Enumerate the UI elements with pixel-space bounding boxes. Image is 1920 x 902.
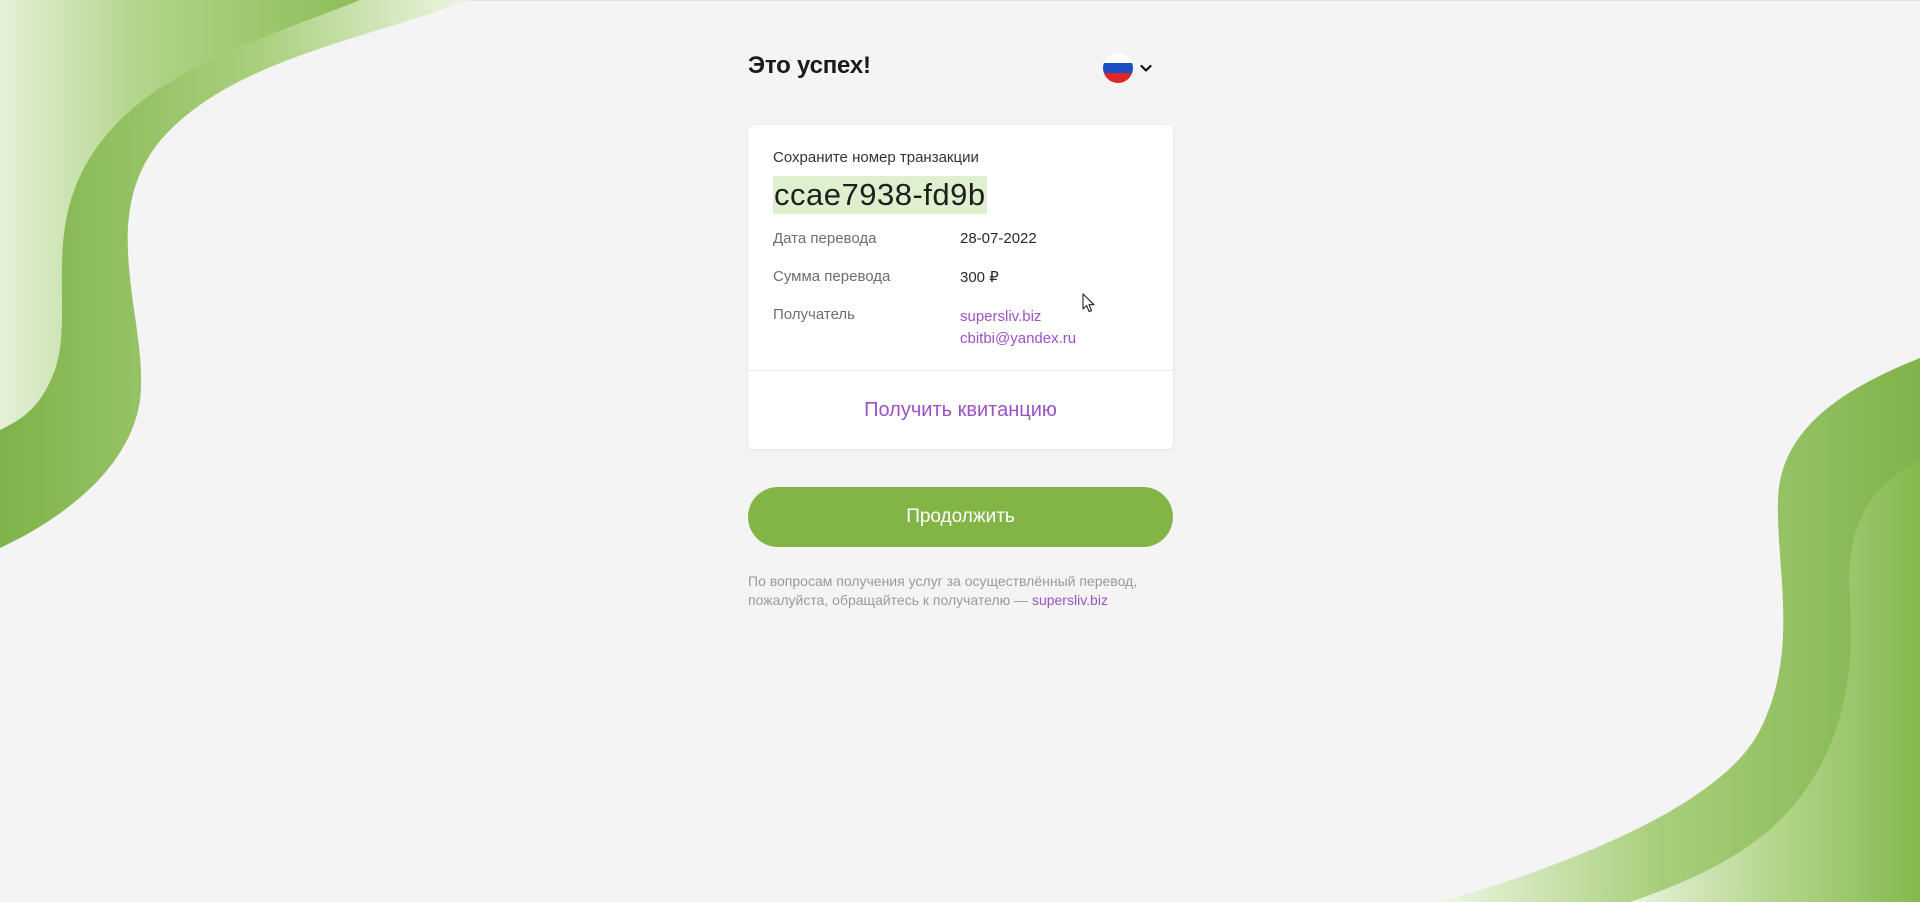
recipient-values: supersliv.biz cbitbi@yandex.ru — [960, 306, 1076, 350]
top-border — [0, 0, 1920, 1]
recipient-label: Получатель — [773, 306, 855, 323]
transfer-date-label: Дата перевода — [773, 230, 877, 247]
success-page: Это успех! Сохраните номер транзакции cc… — [748, 48, 1173, 608]
transfer-amount-label: Сумма перевода — [773, 268, 891, 285]
page-header: Это успех! — [748, 48, 1173, 88]
continue-button[interactable]: Продолжить — [748, 487, 1173, 547]
transfer-amount-value: 300 ₽ — [960, 269, 999, 286]
support-note: По вопросам получения услуг за осуществл… — [748, 572, 1148, 610]
get-receipt-button[interactable]: Получить квитанцию — [748, 371, 1173, 449]
recipient-site-link[interactable]: supersliv.biz — [960, 306, 1076, 328]
left-wave-decoration — [0, 0, 470, 548]
language-selector[interactable] — [1103, 53, 1153, 83]
detail-row-amount: Сумма перевода 300 ₽ — [773, 268, 1148, 286]
right-wave-decoration — [1440, 358, 1920, 902]
transaction-card: Сохраните номер транзакции ccae7938-fd9b… — [748, 125, 1173, 449]
detail-row-date: Дата перевода 28-07-2022 — [773, 230, 1148, 247]
transaction-id: ccae7938-fd9b — [773, 176, 987, 214]
transfer-date-value: 28-07-2022 — [960, 230, 1037, 247]
recipient-email-link[interactable]: cbitbi@yandex.ru — [960, 328, 1076, 350]
mouse-pointer-icon — [1082, 293, 1095, 313]
support-recipient-link[interactable]: supersliv.biz — [1032, 592, 1108, 608]
page-title: Это успех! — [748, 52, 871, 79]
save-transaction-label: Сохраните номер транзакции — [773, 149, 979, 166]
ru-flag-icon — [1103, 53, 1133, 83]
chevron-down-icon — [1140, 64, 1152, 72]
transaction-details: Сохраните номер транзакции ccae7938-fd9b… — [748, 125, 1173, 370]
